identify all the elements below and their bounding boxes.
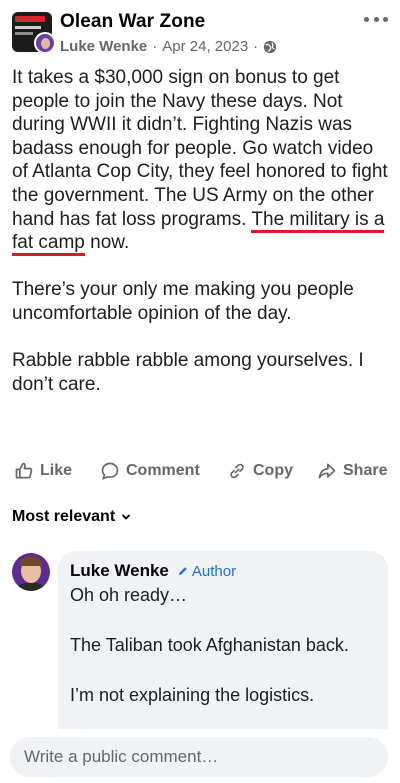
- comment-paragraph: Oh oh ready…: [70, 585, 188, 605]
- comment-input[interactable]: [10, 737, 388, 777]
- meta-separator: ·: [152, 38, 158, 55]
- commenter-name[interactable]: Luke Wenke: [70, 561, 169, 581]
- sort-label: Most relevant: [12, 508, 116, 525]
- post-paragraph: It takes a $30,000 sign on bonus to get …: [12, 66, 392, 257]
- comment-text: Oh oh ready… The Taliban took Afghanista…: [70, 583, 376, 708]
- post-header: Olean War Zone Luke Wenke · Apr 24, 2023…: [0, 0, 400, 62]
- like-button[interactable]: Like: [14, 461, 72, 481]
- share-label: Share: [343, 462, 388, 479]
- comment-icon: [101, 462, 119, 480]
- share-icon: [318, 463, 336, 479]
- globe-icon: [264, 40, 277, 53]
- post-text: It takes a $30,000 sign on bonus to get …: [12, 66, 392, 396]
- author-badge: Author: [177, 563, 236, 580]
- copy-button[interactable]: Copy: [227, 461, 293, 481]
- like-label: Like: [40, 462, 73, 479]
- post-paragraph: There’s your only me making you people u…: [12, 279, 354, 324]
- comment-label: Comment: [126, 462, 200, 479]
- post-meta: Luke Wenke · Apr 24, 2023 ·: [60, 38, 277, 55]
- link-icon: [230, 463, 244, 479]
- post-author[interactable]: Luke Wenke: [60, 38, 147, 55]
- commenter-avatar[interactable]: [12, 553, 50, 591]
- pencil-icon: [178, 567, 187, 575]
- comment-paragraph: The Taliban took Afghanistan back.: [70, 635, 349, 655]
- meta-separator: ·: [253, 38, 259, 55]
- group-name[interactable]: Olean War Zone: [60, 11, 205, 33]
- author-badge-label: Author: [191, 562, 237, 580]
- share-button[interactable]: Share: [317, 461, 387, 481]
- post-paragraph: Rabble rabble rabble among yourselves. I…: [12, 350, 364, 395]
- author-avatar-small[interactable]: [34, 32, 56, 54]
- post-actions: Like Comment Copy Share: [0, 454, 400, 488]
- more-options-icon[interactable]: [364, 12, 388, 26]
- chevron-down-icon: [122, 514, 131, 520]
- comment-composer-bar: [0, 729, 400, 783]
- comment-sort-dropdown[interactable]: Most relevant: [12, 508, 131, 526]
- comment-header: Luke Wenke Author: [70, 561, 376, 581]
- group-avatar-stack[interactable]: [12, 12, 56, 54]
- comment-bubble: Luke Wenke Author Oh oh ready… The Talib…: [58, 551, 388, 751]
- copy-label: Copy: [253, 462, 293, 479]
- thumbs-up-icon: [15, 462, 33, 479]
- post-date[interactable]: Apr 24, 2023: [162, 38, 248, 55]
- comment-button[interactable]: Comment: [100, 461, 200, 481]
- comment-paragraph: I’m not explaining the logistics.: [70, 685, 315, 705]
